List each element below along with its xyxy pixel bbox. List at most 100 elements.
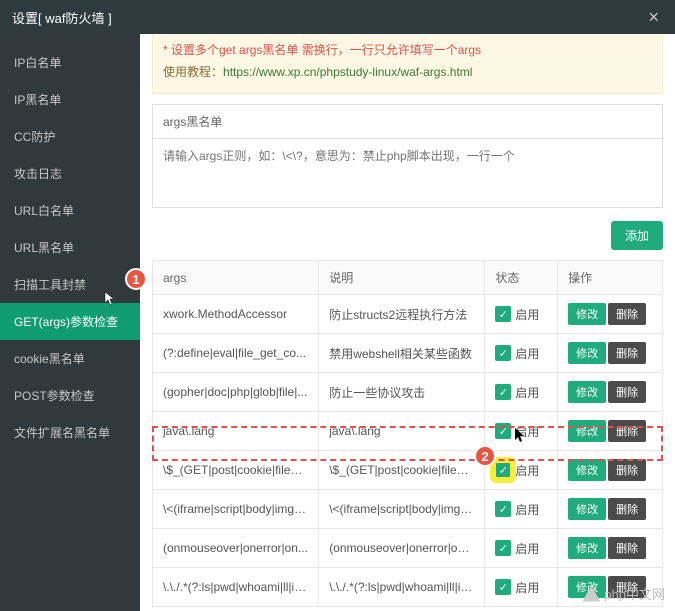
add-button[interactable]: 添加 bbox=[611, 221, 663, 250]
sidebar-item-post-check[interactable]: POST参数检查 bbox=[0, 377, 140, 414]
edit-button[interactable]: 修改 bbox=[568, 381, 606, 403]
annotation-badge-2: 2 bbox=[474, 445, 496, 467]
checkbox-icon[interactable]: ✓ bbox=[495, 579, 511, 595]
status-label: 启用 bbox=[515, 540, 539, 557]
sidebar-item-ip-blacklist[interactable]: IP黑名单 bbox=[0, 81, 140, 118]
cell-ops: 修改删除 bbox=[558, 334, 663, 373]
table-row: xwork.MethodAccessor防止structs2远程执行方法✓启用修… bbox=[153, 295, 663, 334]
delete-button[interactable]: 删除 bbox=[608, 459, 646, 481]
th-desc: 说明 bbox=[319, 261, 485, 295]
modal-body: IP白名单 IP黑名单 CC防护 攻击日志 URL白名单 URL黑名单 扫描工具… bbox=[0, 34, 675, 611]
sidebar-item-url-blacklist[interactable]: URL黑名单 bbox=[0, 229, 140, 266]
status-label: 启用 bbox=[515, 345, 539, 362]
delete-button[interactable]: 删除 bbox=[608, 303, 646, 325]
table-container: args 说明 状态 操作 xwork.MethodAccessor防止stru… bbox=[152, 260, 663, 607]
modal-title: 设置[ waf防火墙 ] bbox=[12, 8, 112, 27]
th-ops: 操作 bbox=[558, 261, 663, 295]
checkbox-icon[interactable]: ✓ bbox=[495, 384, 511, 400]
annotation-badge-1: 1 bbox=[125, 268, 147, 290]
cell-args: (onmouseover|onerror|on... bbox=[153, 529, 319, 568]
cell-args: (gopher|doc|php|glob|file|... bbox=[153, 373, 319, 412]
cell-desc: 防止一些协议攻击 bbox=[319, 373, 485, 412]
table-row: (gopher|doc|php|glob|file|...防止一些协议攻击✓启用… bbox=[153, 373, 663, 412]
cell-args: (?:define|eval|file_get_co... bbox=[153, 334, 319, 373]
delete-button[interactable]: 删除 bbox=[608, 381, 646, 403]
args-table: args 说明 状态 操作 xwork.MethodAccessor防止stru… bbox=[152, 260, 663, 607]
sidebar-item-scanner-ban[interactable]: 扫描工具封禁 bbox=[0, 266, 140, 303]
cell-desc: 防止structs2远程执行方法 bbox=[319, 295, 485, 334]
cell-ops: 修改删除 bbox=[558, 451, 663, 490]
cell-desc: 禁用webshell相关某些函数 bbox=[319, 334, 485, 373]
table-row: \$_(GET|post|cookie|files|...\$_(GET|pos… bbox=[153, 451, 663, 490]
checkbox-icon[interactable]: ✓ bbox=[495, 501, 511, 517]
table-header-row: args 说明 状态 操作 bbox=[153, 261, 663, 295]
table-row: (?:define|eval|file_get_co...禁用webshell相… bbox=[153, 334, 663, 373]
info-warning: * 设置多个get args黑名单 需换行，一行只允许填写一个args bbox=[163, 40, 652, 62]
table-row: \<(iframe|script|body|img|l...\<(iframe|… bbox=[153, 490, 663, 529]
cell-status: ✓启用 bbox=[485, 412, 558, 451]
sidebar-item-cc-protection[interactable]: CC防护 bbox=[0, 118, 140, 155]
cell-args: java\.lang bbox=[153, 412, 319, 451]
cell-ops: 修改删除 bbox=[558, 490, 663, 529]
sidebar-item-file-ext-blacklist[interactable]: 文件扩展名黑名单 bbox=[0, 414, 140, 451]
checkbox-icon[interactable]: ✓ bbox=[495, 462, 511, 478]
cell-args: \$_(GET|post|cookie|files|... bbox=[153, 451, 319, 490]
edit-button[interactable]: 修改 bbox=[568, 420, 606, 442]
cell-status: ✓启用 bbox=[485, 490, 558, 529]
main-content: * 设置多个get args黑名单 需换行，一行只允许填写一个args 使用教程… bbox=[140, 34, 675, 611]
checkbox-icon[interactable]: ✓ bbox=[495, 345, 511, 361]
info-tutorial: 使用教程：https://www.xp.cn/phpstudy-linux/wa… bbox=[163, 62, 652, 84]
cell-desc: \$_(GET|post|cookie|files|... bbox=[319, 451, 485, 490]
tutorial-link[interactable]: https://www.xp.cn/phpstudy-linux/waf-arg… bbox=[223, 65, 472, 79]
args-input[interactable] bbox=[152, 138, 663, 208]
cell-args: xwork.MethodAccessor bbox=[153, 295, 319, 334]
sidebar-item-get-args-check[interactable]: GET(args)参数检查 bbox=[0, 303, 140, 340]
cell-status: ✓启用 bbox=[485, 334, 558, 373]
edit-button[interactable]: 修改 bbox=[568, 303, 606, 325]
status-label: 启用 bbox=[515, 384, 539, 401]
sidebar-item-ip-whitelist[interactable]: IP白名单 bbox=[0, 44, 140, 81]
cell-ops: 修改删除 bbox=[558, 529, 663, 568]
checkbox-icon[interactable]: ✓ bbox=[495, 306, 511, 322]
status-label: 启用 bbox=[515, 423, 539, 440]
delete-button[interactable]: 删除 bbox=[608, 498, 646, 520]
checkbox-icon[interactable]: ✓ bbox=[495, 540, 511, 556]
edit-button[interactable]: 修改 bbox=[568, 537, 606, 559]
cell-desc: (onmouseover|onerror|onl... bbox=[319, 529, 485, 568]
cell-status: ✓启用 bbox=[485, 295, 558, 334]
cell-ops: 修改删除 bbox=[558, 295, 663, 334]
watermark: php中文网 bbox=[582, 584, 665, 603]
cell-args: \.\./.*(?:ls|pwd|whoami|ll|ifc... bbox=[153, 568, 319, 607]
sidebar-item-url-whitelist[interactable]: URL白名单 bbox=[0, 192, 140, 229]
edit-button[interactable]: 修改 bbox=[568, 498, 606, 520]
sidebar: IP白名单 IP黑名单 CC防护 攻击日志 URL白名单 URL黑名单 扫描工具… bbox=[0, 34, 140, 611]
cell-status: ✓启用 bbox=[485, 529, 558, 568]
status-label: 启用 bbox=[515, 501, 539, 518]
sidebar-item-cookie-blacklist[interactable]: cookie黑名单 bbox=[0, 340, 140, 377]
cell-desc: java\.lang bbox=[319, 412, 485, 451]
th-status: 状态 bbox=[485, 261, 558, 295]
table-row: (onmouseover|onerror|on...(onmouseover|o… bbox=[153, 529, 663, 568]
th-args: args bbox=[153, 261, 319, 295]
table-row: java\.langjava\.lang✓启用修改删除 bbox=[153, 412, 663, 451]
edit-button[interactable]: 修改 bbox=[568, 342, 606, 364]
section-title: args黑名单 bbox=[152, 104, 663, 139]
cell-ops: 修改删除 bbox=[558, 373, 663, 412]
delete-button[interactable]: 删除 bbox=[608, 420, 646, 442]
button-row: 添加 bbox=[152, 221, 663, 250]
status-label: 启用 bbox=[515, 306, 539, 323]
cell-status: ✓启用 bbox=[485, 373, 558, 412]
modal-header: 设置[ waf防火墙 ] × bbox=[0, 0, 675, 34]
watermark-logo-icon bbox=[582, 586, 600, 602]
sidebar-item-attack-log[interactable]: 攻击日志 bbox=[0, 155, 140, 192]
checkbox-icon[interactable]: ✓ bbox=[495, 423, 511, 439]
close-icon[interactable]: × bbox=[644, 7, 663, 28]
cell-desc: \<(iframe|script|body|img|l... bbox=[319, 490, 485, 529]
delete-button[interactable]: 删除 bbox=[608, 537, 646, 559]
delete-button[interactable]: 删除 bbox=[608, 342, 646, 364]
edit-button[interactable]: 修改 bbox=[568, 459, 606, 481]
cell-desc: \.\./.*(?:ls|pwd|whoami|ll|ifc... bbox=[319, 568, 485, 607]
cell-args: \<(iframe|script|body|img|l... bbox=[153, 490, 319, 529]
cell-status: ✓启用 bbox=[485, 568, 558, 607]
cell-ops: 修改删除 bbox=[558, 412, 663, 451]
